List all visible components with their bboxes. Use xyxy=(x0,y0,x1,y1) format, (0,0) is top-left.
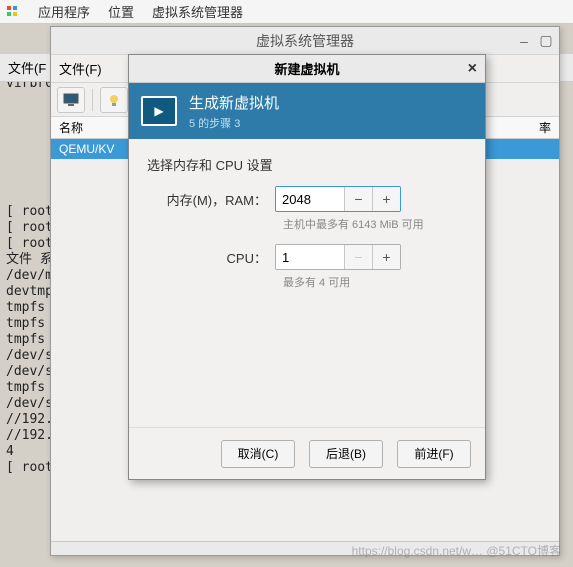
memory-minus-button[interactable]: − xyxy=(344,187,372,211)
memory-label: 内存(M)，RAM： xyxy=(147,190,275,209)
memory-spinner: − + xyxy=(275,186,401,212)
lightbulb-icon xyxy=(107,93,121,107)
vmm-titlebar: 虚拟系统管理器 – ▢ xyxy=(51,27,559,55)
memory-input[interactable] xyxy=(276,187,344,211)
back-button[interactable]: 后退(B) xyxy=(309,440,383,468)
cpu-spinner: − + xyxy=(275,244,401,270)
cpu-input[interactable] xyxy=(276,245,344,269)
dialog-buttons: 取消(C) 后退(B) 前进(F) xyxy=(129,427,485,479)
vmm-menu-file[interactable]: 文件(F) xyxy=(59,59,102,78)
maximize-icon[interactable]: ▢ xyxy=(539,34,553,48)
watermark: https://blog.csdn.net/w… @51CTO博客 xyxy=(352,542,561,559)
dialog-header: 生成新虚拟机 5 的步骤 3 xyxy=(129,83,485,139)
vm-monitor-icon xyxy=(141,96,177,126)
new-vm-dialog: 新建虚拟机 × 生成新虚拟机 5 的步骤 3 选择内存和 CPU 设置 内存(M… xyxy=(128,54,486,480)
forward-button[interactable]: 前进(F) xyxy=(397,440,471,468)
dialog-body: 选择内存和 CPU 设置 内存(M)，RAM： − + 主机中最多有 6143 … xyxy=(129,139,485,427)
dialog-header-title: 生成新虚拟机 xyxy=(189,92,279,113)
memory-row: 内存(M)，RAM： − + xyxy=(147,186,467,212)
col-rate[interactable]: 率 xyxy=(539,119,551,136)
dialog-titlebar: 新建虚拟机 × xyxy=(129,55,485,83)
new-vm-button[interactable] xyxy=(57,87,85,113)
menu-places[interactable]: 位置 xyxy=(108,2,134,21)
row-label: QEMU/KV xyxy=(59,142,114,156)
cancel-button[interactable]: 取消(C) xyxy=(221,440,295,468)
section-label: 选择内存和 CPU 设置 xyxy=(147,155,467,174)
toolbar-separator xyxy=(92,89,93,111)
cpu-row: CPU： − + xyxy=(147,244,467,270)
monitor-icon xyxy=(63,93,79,107)
vmm-title-text: 虚拟系统管理器 xyxy=(256,31,354,51)
dialog-title: 新建虚拟机 xyxy=(274,59,339,78)
dialog-step: 5 的步骤 3 xyxy=(189,115,279,131)
cpu-minus-button[interactable]: − xyxy=(344,245,372,269)
cpu-plus-button[interactable]: + xyxy=(372,245,400,269)
cpu-label: CPU： xyxy=(147,248,275,267)
desktop-menubar: 应用程序 位置 虚拟系统管理器 xyxy=(0,0,573,24)
close-icon[interactable]: × xyxy=(468,60,477,78)
menu-vmm[interactable]: 虚拟系统管理器 xyxy=(152,2,243,21)
memory-plus-button[interactable]: + xyxy=(372,187,400,211)
col-name[interactable]: 名称 xyxy=(59,119,83,136)
memory-hint: 主机中最多有 6143 MiB 可用 xyxy=(283,216,467,232)
cpu-hint: 最多有 4 可用 xyxy=(283,274,467,290)
minimize-icon[interactable]: – xyxy=(517,34,531,48)
open-button[interactable] xyxy=(100,87,128,113)
menu-apps[interactable]: 应用程序 xyxy=(38,2,90,21)
apps-icon xyxy=(6,5,20,19)
